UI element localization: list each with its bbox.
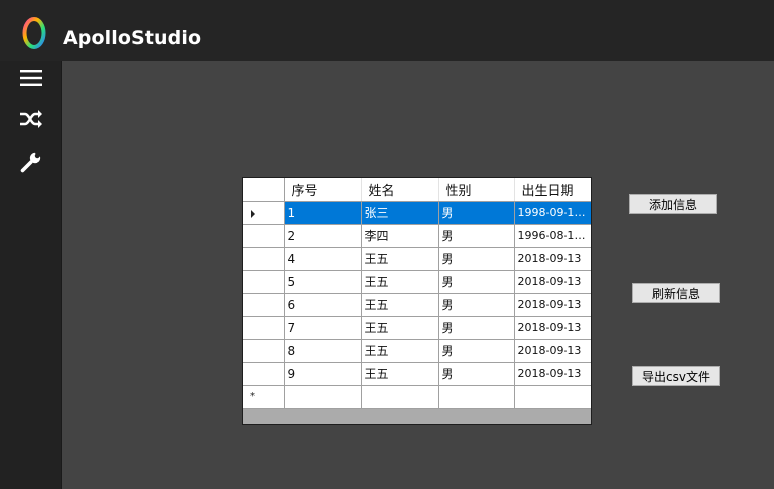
new-row-indicator: * xyxy=(250,390,255,402)
shuffle-icon xyxy=(19,109,43,129)
table-row[interactable]: 7 王五 男 2018-09-13 xyxy=(243,316,591,340)
row-header[interactable] xyxy=(243,201,285,225)
cell-birth-date[interactable]: 1996-08-10 ... xyxy=(514,224,591,248)
table-row[interactable]: 6 王五 男 2018-09-13 xyxy=(243,293,591,317)
row-header[interactable] xyxy=(243,270,285,294)
cell-gender[interactable]: 男 xyxy=(438,201,515,225)
sidebar-item-menu[interactable] xyxy=(16,63,46,93)
cell-id[interactable]: 2 xyxy=(284,224,362,248)
cell-gender[interactable]: 男 xyxy=(438,224,515,248)
cell-gender[interactable]: 男 xyxy=(438,270,515,294)
cell-birth-date[interactable]: 2018-09-13 xyxy=(514,293,591,317)
table-row[interactable]: 2 李四 男 1996-08-10 ... xyxy=(243,224,591,248)
row-header[interactable] xyxy=(243,293,285,317)
export-csv-button[interactable]: 导出csv文件 xyxy=(632,366,720,386)
table-row[interactable]: 1 张三 男 1998-09-11 ... xyxy=(243,201,591,225)
cell-empty[interactable] xyxy=(438,385,515,409)
cell-id[interactable]: 1 xyxy=(284,201,362,225)
wrench-icon xyxy=(20,151,42,173)
cell-name[interactable]: 王五 xyxy=(361,362,439,386)
cell-id[interactable]: 7 xyxy=(284,316,362,340)
cell-birth-date[interactable]: 2018-09-13 xyxy=(514,247,591,271)
table-row[interactable]: 4 王五 男 2018-09-13 xyxy=(243,247,591,271)
data-grid[interactable]: 序号 姓名 性别 出生日期 1 张三 男 1998-09-11 ... 2 李四… xyxy=(242,177,592,425)
row-header[interactable] xyxy=(243,316,285,340)
title-bar: ApolloStudio xyxy=(0,0,774,61)
refresh-info-button[interactable]: 刷新信息 xyxy=(632,283,720,303)
cell-name[interactable]: 张三 xyxy=(361,201,439,225)
sidebar xyxy=(0,61,62,489)
column-header-gender[interactable]: 性别 xyxy=(438,178,515,202)
row-header[interactable] xyxy=(243,339,285,363)
cell-birth-date[interactable]: 2018-09-13 xyxy=(514,316,591,340)
cell-id[interactable]: 5 xyxy=(284,270,362,294)
column-header-id[interactable]: 序号 xyxy=(284,178,362,202)
header-corner[interactable] xyxy=(243,178,285,202)
cell-name[interactable]: 王五 xyxy=(361,339,439,363)
column-header-birth-date[interactable]: 出生日期 xyxy=(514,178,591,202)
current-row-indicator-icon xyxy=(251,209,255,218)
cell-empty[interactable] xyxy=(514,385,591,409)
hamburger-menu-icon xyxy=(20,69,42,87)
cell-empty[interactable] xyxy=(361,385,439,409)
cell-birth-date[interactable]: 1998-09-11 ... xyxy=(514,201,591,225)
column-header-name[interactable]: 姓名 xyxy=(361,178,439,202)
cell-id[interactable]: 8 xyxy=(284,339,362,363)
cell-name[interactable]: 李四 xyxy=(361,224,439,248)
cell-gender[interactable]: 男 xyxy=(438,247,515,271)
row-header[interactable] xyxy=(243,224,285,248)
row-header[interactable]: * xyxy=(243,385,285,409)
cell-id[interactable]: 9 xyxy=(284,362,362,386)
cell-name[interactable]: 王五 xyxy=(361,270,439,294)
cell-name[interactable]: 王五 xyxy=(361,293,439,317)
sidebar-item-settings[interactable] xyxy=(16,147,46,177)
add-info-button[interactable]: 添加信息 xyxy=(629,194,717,214)
cell-birth-date[interactable]: 2018-09-13 xyxy=(514,362,591,386)
table-row[interactable]: 5 王五 男 2018-09-13 xyxy=(243,270,591,294)
cell-gender[interactable]: 男 xyxy=(438,339,515,363)
cell-id[interactable]: 4 xyxy=(284,247,362,271)
table-header-row: 序号 姓名 性别 出生日期 xyxy=(243,178,591,202)
table-row[interactable]: 8 王五 男 2018-09-13 xyxy=(243,339,591,363)
sidebar-item-shuffle[interactable] xyxy=(16,104,46,134)
new-row[interactable]: * xyxy=(243,385,591,409)
cell-name[interactable]: 王五 xyxy=(361,316,439,340)
cell-gender[interactable]: 男 xyxy=(438,362,515,386)
table-row[interactable]: 9 王五 男 2018-09-13 xyxy=(243,362,591,386)
cell-name[interactable]: 王五 xyxy=(361,247,439,271)
data-table: 序号 姓名 性别 出生日期 1 张三 男 1998-09-11 ... 2 李四… xyxy=(243,178,591,409)
row-header[interactable] xyxy=(243,247,285,271)
cell-gender[interactable]: 男 xyxy=(438,316,515,340)
cell-id[interactable]: 6 xyxy=(284,293,362,317)
app-logo-icon xyxy=(22,16,46,50)
app-title: ApolloStudio xyxy=(63,27,202,49)
cell-gender[interactable]: 男 xyxy=(438,293,515,317)
cell-birth-date[interactable]: 2018-09-13 xyxy=(514,339,591,363)
row-header[interactable] xyxy=(243,362,285,386)
cell-birth-date[interactable]: 2018-09-13 xyxy=(514,270,591,294)
cell-empty[interactable] xyxy=(284,385,362,409)
